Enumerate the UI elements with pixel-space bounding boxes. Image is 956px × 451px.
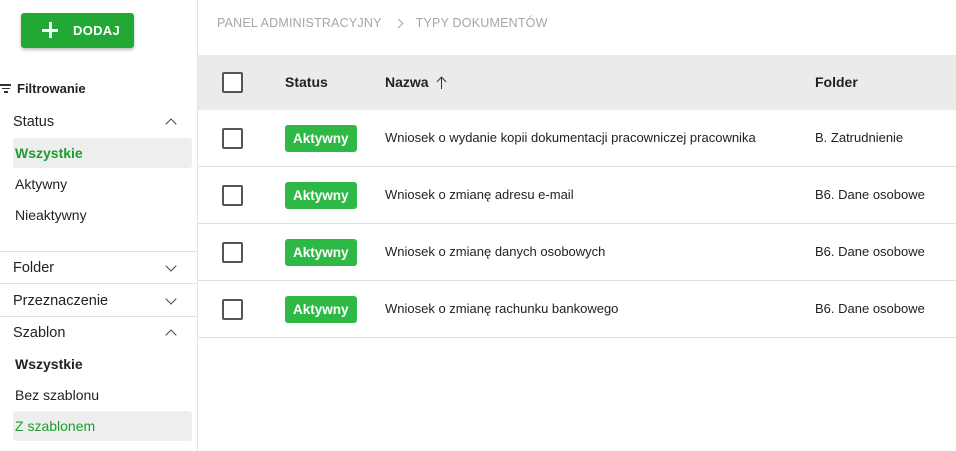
divider [0, 316, 197, 317]
breadcrumb: PANEL ADMINISTRACYJNY TYPY DOKUMENTÓW [217, 16, 548, 30]
add-button-label: DODAJ [73, 23, 121, 38]
breadcrumb-admin-panel[interactable]: PANEL ADMINISTRACYJNY [217, 16, 382, 30]
row-checkbox[interactable] [222, 242, 243, 263]
filter-sidebar: DODAJ Filtrowanie Status Wszystkie Aktyw… [0, 0, 198, 451]
table-row[interactable]: Aktywny Wniosek o wydanie kopii dokument… [198, 110, 956, 167]
filter-icon [0, 83, 12, 93]
row-checkbox[interactable] [222, 185, 243, 206]
row-folder: B6. Dane osobowe [815, 301, 925, 316]
chevron-down-icon [166, 296, 176, 306]
status-badge: Aktywny [285, 182, 357, 209]
szablon-option-with-template[interactable]: Z szablonem [13, 411, 192, 441]
przeznaczenie-section-label: Przeznaczenie [13, 293, 109, 309]
szablon-section-toggle[interactable]: Szablon [13, 321, 183, 345]
row-name: Wniosek o wydanie kopii dokumentacji pra… [385, 130, 756, 145]
chevron-down-icon [166, 263, 176, 273]
table-row[interactable]: Aktywny Wniosek o zmianę rachunku bankow… [198, 281, 956, 338]
szablon-option-without-template[interactable]: Bez szablonu [13, 380, 192, 410]
szablon-section-label: Szablon [13, 325, 66, 341]
szablon-option-all[interactable]: Wszystkie [13, 349, 192, 379]
chevron-up-icon [166, 328, 176, 338]
status-option-all[interactable]: Wszystkie [13, 138, 192, 168]
row-name: Wniosek o zmianę rachunku bankowego [385, 301, 619, 316]
status-section-label: Status [13, 114, 55, 130]
status-option-active[interactable]: Aktywny [13, 169, 192, 199]
status-badge: Aktywny [285, 125, 357, 152]
folder-section-label: Folder [13, 260, 55, 276]
row-checkbox[interactable] [222, 299, 243, 320]
filter-header: Filtrowanie [0, 79, 86, 97]
row-name: Wniosek o zmianę danych osobowych [385, 244, 606, 259]
divider [0, 283, 197, 284]
row-folder: B6. Dane osobowe [815, 244, 925, 259]
przeznaczenie-section-toggle[interactable]: Przeznaczenie [13, 289, 183, 313]
breadcrumb-current: TYPY DOKUMENTÓW [415, 16, 548, 30]
plus-icon [40, 20, 60, 40]
status-badge: Aktywny [285, 296, 357, 323]
select-all-checkbox[interactable] [222, 72, 243, 93]
row-checkbox[interactable] [222, 128, 243, 149]
sort-arrow-up-icon [436, 76, 448, 89]
column-header-name-label: Nazwa [385, 74, 429, 90]
chevron-right-icon [395, 19, 403, 27]
add-button[interactable]: DODAJ [21, 13, 134, 48]
row-folder: B. Zatrudnienie [815, 130, 904, 145]
status-option-inactive[interactable]: Nieaktywny [13, 200, 192, 230]
row-folder: B6. Dane osobowe [815, 187, 925, 202]
document-types-table: Status Nazwa Folder Aktywny Wniosek o wy… [198, 55, 956, 338]
chevron-up-icon [166, 117, 176, 127]
column-header-name[interactable]: Nazwa [385, 74, 448, 90]
divider [0, 251, 197, 252]
filter-title: Filtrowanie [17, 80, 86, 96]
column-header-folder: Folder [815, 74, 858, 90]
row-name: Wniosek o zmianę adresu e-mail [385, 187, 574, 202]
table-header: Status Nazwa Folder [198, 55, 956, 110]
status-section-toggle[interactable]: Status [13, 110, 183, 134]
folder-section-toggle[interactable]: Folder [13, 256, 183, 280]
column-header-status: Status [285, 74, 328, 90]
table-row[interactable]: Aktywny Wniosek o zmianę danych osobowyc… [198, 224, 956, 281]
table-row[interactable]: Aktywny Wniosek o zmianę adresu e-mail B… [198, 167, 956, 224]
status-badge: Aktywny [285, 239, 357, 266]
